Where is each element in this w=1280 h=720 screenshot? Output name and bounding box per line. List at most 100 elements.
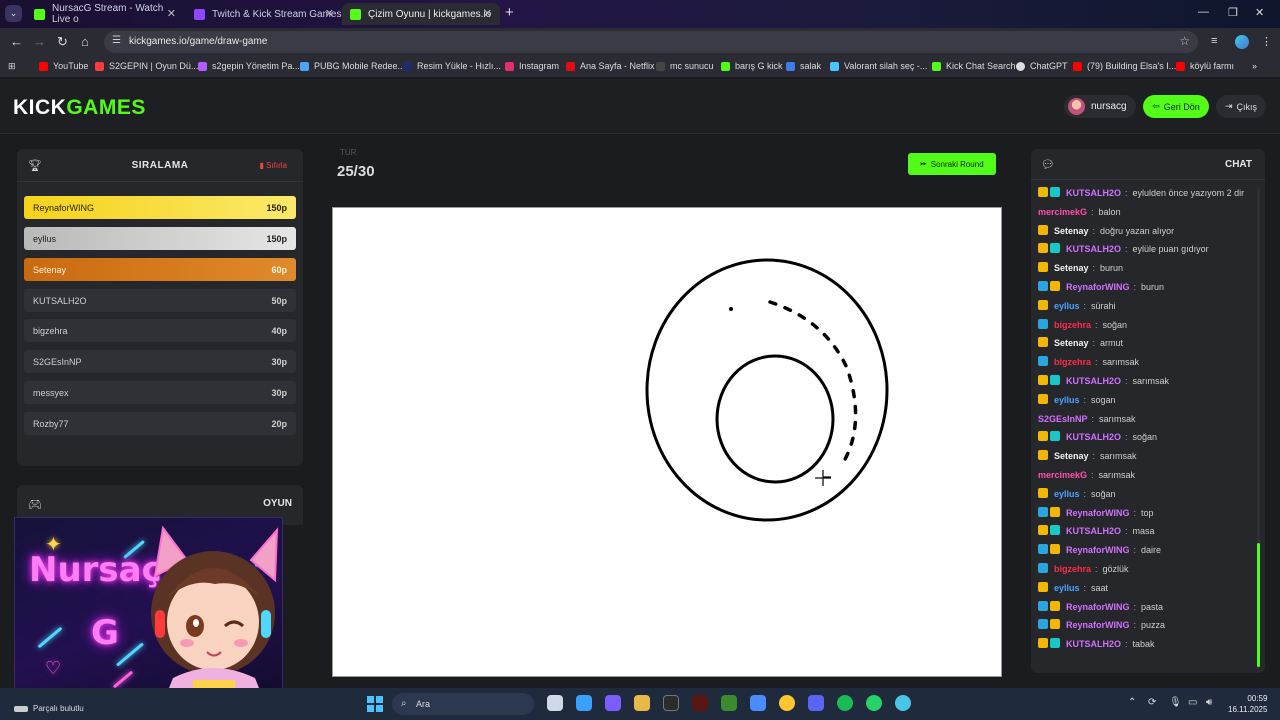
apps-grid-icon[interactable]: ⊞	[8, 61, 16, 72]
widgets-app-icon[interactable]	[576, 695, 592, 711]
chat-username[interactable]: KUTSALH2O	[1066, 431, 1121, 443]
chat-username[interactable]: ReynaforWING	[1066, 601, 1130, 613]
chat-username[interactable]: ReynaforWING	[1066, 507, 1130, 519]
chat-username[interactable]: ReynaforWING	[1066, 619, 1130, 631]
taskbar-search[interactable]: ⌕ Ara	[392, 693, 534, 715]
notepad-app-icon[interactable]	[750, 695, 766, 711]
reset-scores-button[interactable]: ▮ Sıfırla	[259, 161, 287, 170]
more-bookmarks-icon[interactable]: »	[1252, 61, 1257, 71]
user-profile-chip[interactable]: nursacg	[1064, 95, 1136, 118]
bookmark-chatgpt[interactable]: ChatGPT	[1016, 61, 1068, 71]
chat-username[interactable]: Setenay	[1054, 450, 1089, 462]
chat-username[interactable]: ReynaforWING	[1066, 544, 1130, 556]
microphone-icon[interactable]: 🎙︎	[1169, 697, 1182, 708]
bookmark-baris-kick[interactable]: barış G kick	[721, 61, 783, 71]
chat-scrollbar-thumb[interactable]	[1257, 543, 1260, 667]
close-window-icon[interactable]: ✕	[1255, 6, 1264, 19]
restore-icon[interactable]: ❐	[1228, 6, 1238, 19]
sync-icon[interactable]: ⟳	[1148, 697, 1156, 708]
bookmark-resim-yukle[interactable]: Resim Yükle - Hızlı...	[403, 61, 501, 71]
close-tab-icon[interactable]: ✕	[167, 7, 176, 20]
chat-username[interactable]: mercimekG	[1038, 206, 1087, 218]
file-explorer-icon[interactable]	[634, 695, 650, 711]
back-arrow-icon[interactable]: ←	[10, 34, 23, 49]
chat-username[interactable]: bigzehra	[1054, 356, 1091, 368]
chrome-app-icon[interactable]	[779, 695, 795, 711]
bookmark-netflix[interactable]: Ana Sayfa - Netflix	[566, 61, 655, 71]
forward-arrow-icon[interactable]: →	[33, 34, 46, 49]
chat-username[interactable]: bigzehra	[1054, 319, 1091, 331]
crown-badge-icon	[1038, 262, 1048, 273]
bookmark-youtube[interactable]: YouTube	[39, 61, 88, 71]
chat-username[interactable]: bigzehra	[1054, 563, 1091, 575]
chat-username[interactable]: eyllus	[1054, 582, 1080, 594]
minimize-icon[interactable]: —	[1198, 6, 1209, 18]
volume-icon[interactable]: 🔊︎	[1206, 697, 1212, 708]
media-controls-icon[interactable]: ≡	[1211, 35, 1217, 47]
discord-app-icon[interactable]	[808, 695, 824, 711]
tab-twitch-kick-games[interactable]: Twitch & Kick Stream Games ✕	[186, 3, 342, 25]
logout-button[interactable]: ⇥ Çıkış	[1216, 95, 1266, 118]
address-bar[interactable]: ☰ kickgames.io/game/draw-game ☆	[104, 31, 1198, 53]
close-tab-icon[interactable]: ✕	[483, 7, 492, 20]
bookmark-star-icon[interactable]: ☆	[1179, 34, 1190, 48]
chat-message-text: masa	[1132, 526, 1155, 537]
image-upload-icon	[403, 61, 412, 71]
display-icon[interactable]: ▭	[1188, 697, 1197, 708]
chat-username[interactable]: mercimekG	[1038, 469, 1087, 481]
copilot-app-icon[interactable]	[605, 695, 621, 711]
bookmark-salak[interactable]: salak	[786, 61, 821, 71]
tab-cizim-oyunu[interactable]: Çizim Oyunu | kickgames.io ✕	[342, 3, 500, 25]
chat-username[interactable]: S2GEsInNP	[1038, 413, 1088, 425]
bookmark-building-elsa[interactable]: (79) Building Elsa's I...	[1073, 61, 1176, 71]
kickgames-logo[interactable]: KICKGAMES	[13, 96, 146, 120]
chat-username[interactable]: KUTSALH2O	[1066, 375, 1121, 387]
profile-avatar-icon[interactable]	[1235, 35, 1249, 49]
spotify-app-icon[interactable]	[837, 695, 853, 711]
next-round-button[interactable]: ⏩︎ Sonraki Round	[908, 153, 996, 175]
chat-username[interactable]: Setenay	[1054, 262, 1089, 274]
weather-widget[interactable]: Parçalı bulutlu	[14, 704, 84, 713]
chat-username[interactable]: ReynaforWING	[1066, 281, 1130, 293]
bookmark-s2gepin-yonetim[interactable]: s2gepin Yönetim Pa...	[198, 61, 300, 71]
chat-username[interactable]: eyllus	[1054, 488, 1080, 500]
browser-menu-icon[interactable]: ⋮	[1261, 35, 1272, 48]
chat-separator: :	[1125, 639, 1128, 650]
bookmark-kick-chat-search[interactable]: Kick Chat Search	[932, 61, 1016, 71]
bookmark-s2gepin[interactable]: S2GEPIN | Oyun Dü...	[95, 61, 198, 71]
task-view-icon[interactable]	[547, 695, 563, 711]
chat-message-text: balon	[1098, 206, 1121, 217]
chat-username[interactable]: KUTSALH2O	[1066, 638, 1121, 650]
site-info-icon[interactable]: ☰	[112, 35, 121, 46]
chat-username[interactable]: Setenay	[1054, 225, 1089, 237]
chat-username[interactable]: KUTSALH2O	[1066, 187, 1121, 199]
browser-app-icon[interactable]	[895, 695, 911, 711]
bookmark-pubg[interactable]: PUBG Mobile Redee...	[300, 61, 405, 71]
close-tab-icon[interactable]: ✕	[325, 7, 334, 20]
capcut-app-icon[interactable]	[692, 695, 708, 711]
obs-app-icon[interactable]	[663, 695, 679, 711]
back-button[interactable]: ⇦ Geri Dön	[1143, 95, 1209, 118]
whatsapp-app-icon[interactable]	[866, 695, 882, 711]
reload-icon[interactable]: ↻	[57, 34, 68, 50]
tray-chevron-icon[interactable]: ⌃	[1128, 697, 1136, 708]
tab-nursacg-stream[interactable]: NursacG Stream - Watch Live o ✕	[26, 3, 184, 25]
taskbar-clock[interactable]: 00:59 16.11.2025	[1228, 693, 1267, 715]
minecraft-app-icon[interactable]	[721, 695, 737, 711]
chat-username[interactable]: KUTSALH2O	[1066, 525, 1121, 537]
chat-username[interactable]: eyllus	[1054, 300, 1080, 312]
bookmark-koylu-farmi[interactable]: köylü farmı	[1176, 61, 1234, 71]
chat-username[interactable]: eyllus	[1054, 394, 1080, 406]
chat-username[interactable]: Setenay	[1054, 337, 1089, 349]
valorant-icon	[830, 61, 839, 71]
bookmark-mc-sunucu[interactable]: mc sunucu	[656, 61, 714, 71]
windows-start-icon[interactable]	[367, 696, 383, 712]
chat-username[interactable]: KUTSALH2O	[1066, 243, 1121, 255]
bookmark-valorant[interactable]: Valorant silah seç -...	[830, 61, 927, 71]
tab-search-button[interactable]: ⌄	[5, 5, 22, 22]
drawing-canvas[interactable]	[332, 207, 1002, 677]
bookmark-instagram[interactable]: Instagram	[505, 61, 559, 71]
chat-message: bigzehra: gözlük	[1038, 562, 1254, 575]
new-tab-plus-icon[interactable]: +	[505, 4, 514, 21]
home-icon[interactable]: ⌂	[81, 34, 89, 49]
